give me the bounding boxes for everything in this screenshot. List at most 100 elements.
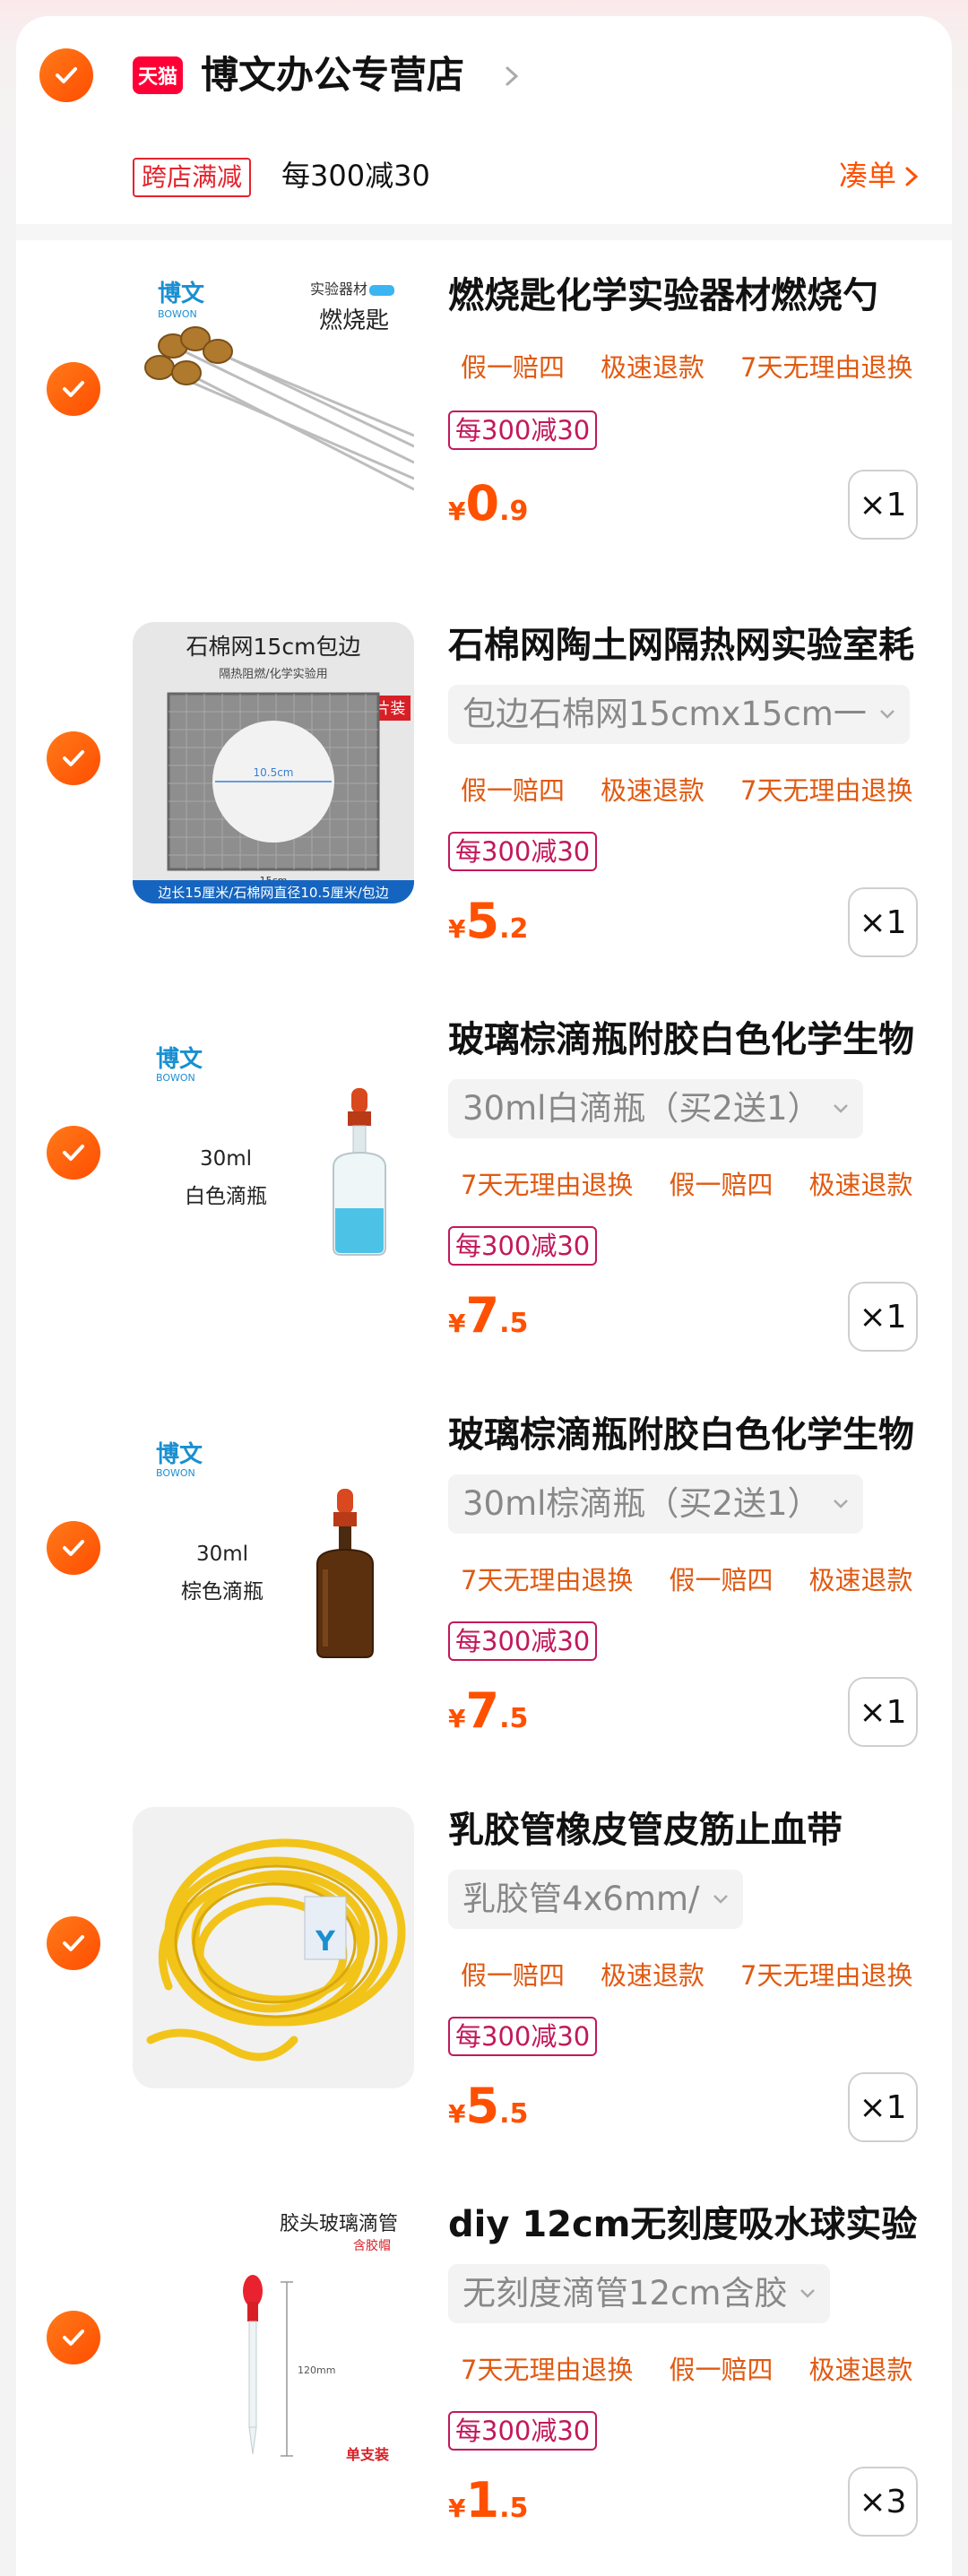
header-divider xyxy=(16,224,952,240)
currency-symbol: ¥ xyxy=(448,914,466,944)
image-title: 胶头玻璃滴管 xyxy=(280,2213,398,2235)
checkmark-icon xyxy=(63,381,84,397)
product-title[interactable]: diy 12cm无刻度吸水球实验 xyxy=(448,2200,950,2250)
cart-item: 博文 BOWON 30ml 棕色滴瓶 玻璃棕滴瓶附胶白色化学生物 30ml棕滴瓶… xyxy=(16,1412,952,1819)
item-select-checkbox[interactable] xyxy=(47,362,100,416)
image-volume: 30ml xyxy=(196,1543,248,1566)
currency-symbol: ¥ xyxy=(448,1704,466,1733)
image-label-large: 燃烧匙 xyxy=(319,307,389,334)
quantity-selector[interactable]: ×1 xyxy=(848,1677,918,1747)
sku-selector[interactable]: 30ml棕滴瓶（买2送1） xyxy=(448,1474,864,1534)
promo-badge: 每300减30 xyxy=(448,832,598,871)
image-title: 石棉网15cm包边 xyxy=(186,634,361,660)
product-image[interactable]: 博文 BOWON 30ml 棕色滴瓶 xyxy=(133,1412,414,1693)
service-tag: 极速退款 xyxy=(808,1565,913,1595)
service-tag: 7天无理由退换 xyxy=(461,1170,634,1200)
currency-symbol: ¥ xyxy=(448,2494,466,2523)
brown-dropper-bottle-illustration: 博文 BOWON 30ml 棕色滴瓶 xyxy=(133,1412,414,1693)
product-title[interactable]: 乳胶管橡皮管皮筋止血带 xyxy=(448,1805,950,1855)
chevron-down-icon xyxy=(879,710,895,719)
cart-item: 博文 BOWON 30ml 白色滴瓶 玻璃棕滴瓶附胶白色化学生物 30ml白滴瓶… xyxy=(16,1016,952,1423)
cart-item: 博文 BOWON 实验器材 燃烧匙 燃烧匙化学实验器材燃烧勺 假一赔四 极速退款… xyxy=(16,240,952,635)
product-title[interactable]: 玻璃棕滴瓶附胶白色化学生物 xyxy=(448,1015,950,1065)
cou-dan-link[interactable]: 凑单 xyxy=(839,156,920,195)
store-name-link[interactable]: 博文办公专营店 xyxy=(201,48,464,102)
checkmark-icon xyxy=(63,750,84,766)
sku-selector[interactable]: 无刻度滴管12cm含胶 xyxy=(448,2264,831,2323)
chevron-right-icon[interactable] xyxy=(500,63,523,90)
price-decimal: .5 xyxy=(499,2098,529,2130)
price-integer: 0 xyxy=(465,475,500,532)
cart-item: Y 乳胶管橡皮管皮筋止血带 乳胶管4x6mm/ 假一赔四 极速退款 7天无理由退换 … xyxy=(16,1807,952,2214)
price-decimal: .5 xyxy=(499,1703,529,1734)
service-tags: 假一赔四 极速退款 7天无理由退换 xyxy=(448,348,936,387)
service-tags: 假一赔四 极速退款 7天无理由退换 xyxy=(448,771,936,810)
sku-selector[interactable]: 30ml白滴瓶（买2送1） xyxy=(448,1079,864,1138)
dimension-label: 120mm xyxy=(298,2364,335,2376)
product-image[interactable]: 石棉网15cm包边 隔热阻燃/化学实验用 1片装 10.5cm 15cm 边长1… xyxy=(133,622,414,903)
price-integer: 5 xyxy=(465,2078,500,2134)
brand-logo: 博文 xyxy=(156,1440,203,1468)
white-dropper-bottle-illustration: 博文 BOWON 30ml 白色滴瓶 xyxy=(133,1016,414,1298)
tmall-logo: 天猫 xyxy=(133,56,183,94)
service-tag: 极速退款 xyxy=(601,775,705,806)
brand-logo-en: BOWON xyxy=(156,1467,195,1479)
quantity-selector[interactable]: ×1 xyxy=(848,1282,918,1352)
promo-badge: 每300减30 xyxy=(448,411,598,450)
price-decimal: .5 xyxy=(499,2493,529,2524)
cart-item: 石棉网15cm包边 隔热阻燃/化学实验用 1片装 10.5cm 15cm 边长1… xyxy=(16,622,952,1029)
service-tag: 假一赔四 xyxy=(669,1565,774,1595)
service-tag: 假一赔四 xyxy=(669,1170,774,1200)
price-integer: 7 xyxy=(465,1682,500,1739)
sku-selector[interactable]: 包边石棉网15cmx15cm一 xyxy=(448,685,910,744)
item-select-checkbox[interactable] xyxy=(47,2311,100,2364)
image-label: 白色滴瓶 xyxy=(185,1185,267,1208)
item-select-checkbox[interactable] xyxy=(47,1916,100,1970)
checkmark-icon xyxy=(63,1145,84,1161)
store-header: 天猫 博文办公专营店 跨店满减 每300减30 凑单 xyxy=(16,16,952,222)
service-tag: 7天无理由退换 xyxy=(740,1960,913,1991)
product-image[interactable]: 胶头玻璃滴管 含胶帽 120mm 单支装 xyxy=(133,2201,414,2483)
product-image[interactable]: 博文 BOWON 30ml 白色滴瓶 xyxy=(133,1016,414,1298)
product-image[interactable]: Y xyxy=(133,1807,414,2088)
promo-badge: 每300减30 xyxy=(448,2411,598,2451)
chevron-down-icon xyxy=(834,1104,849,1113)
quantity-selector[interactable]: ×1 xyxy=(848,887,918,957)
service-tag: 极速退款 xyxy=(808,2355,913,2385)
service-tag: 极速退款 xyxy=(601,352,705,383)
quantity-selector[interactable]: ×3 xyxy=(848,2467,918,2537)
item-price: ¥1.5 xyxy=(448,2472,528,2535)
brand-logo: 博文 xyxy=(158,280,205,307)
checkmark-icon xyxy=(63,1540,84,1556)
image-subtitle: 含胶帽 xyxy=(353,2238,391,2253)
product-title[interactable]: 燃烧匙化学实验器材燃烧勺 xyxy=(448,271,950,321)
promo-badge: 每300减30 xyxy=(448,1226,598,1266)
item-select-checkbox[interactable] xyxy=(47,1521,100,1575)
sku-selector[interactable]: 乳胶管4x6mm/ xyxy=(448,1870,743,1929)
product-title[interactable]: 石棉网陶土网隔热网实验室耗 xyxy=(448,620,950,670)
product-image[interactable]: 博文 BOWON 实验器材 燃烧匙 xyxy=(133,247,414,529)
service-tags: 假一赔四 极速退款 7天无理由退换 xyxy=(448,1956,936,1995)
store-card: 天猫 博文办公专营店 跨店满减 每300减30 凑单 博文 BOWON 实验器材… xyxy=(16,16,952,2576)
checkmark-icon xyxy=(56,67,77,83)
store-select-checkbox[interactable] xyxy=(39,48,93,102)
service-tag: 假一赔四 xyxy=(461,1960,566,1991)
chevron-down-icon xyxy=(800,2289,816,2298)
diameter-label: 10.5cm xyxy=(253,766,293,779)
service-tag: 极速退款 xyxy=(808,1170,913,1200)
service-tags: 7天无理由退换 假一赔四 极速退款 xyxy=(448,1165,936,1205)
product-title[interactable]: 玻璃棕滴瓶附胶白色化学生物 xyxy=(448,1410,950,1460)
item-select-checkbox[interactable] xyxy=(47,1126,100,1180)
quantity-selector[interactable]: ×1 xyxy=(848,470,918,540)
image-label-small: 实验器材 xyxy=(310,281,367,298)
chevron-down-icon xyxy=(834,1500,849,1508)
item-price: ¥0.9 xyxy=(448,475,528,538)
quantity-selector[interactable]: ×1 xyxy=(848,2072,918,2142)
item-select-checkbox[interactable] xyxy=(47,731,100,785)
image-subtitle: 隔热阻燃/化学实验用 xyxy=(219,667,327,681)
promo-badge: 每300减30 xyxy=(448,2017,598,2056)
item-price: ¥7.5 xyxy=(448,1287,528,1350)
service-tag: 极速退款 xyxy=(601,1960,705,1991)
price-decimal: .2 xyxy=(499,913,529,945)
image-footer: 单支装 xyxy=(346,2446,389,2463)
